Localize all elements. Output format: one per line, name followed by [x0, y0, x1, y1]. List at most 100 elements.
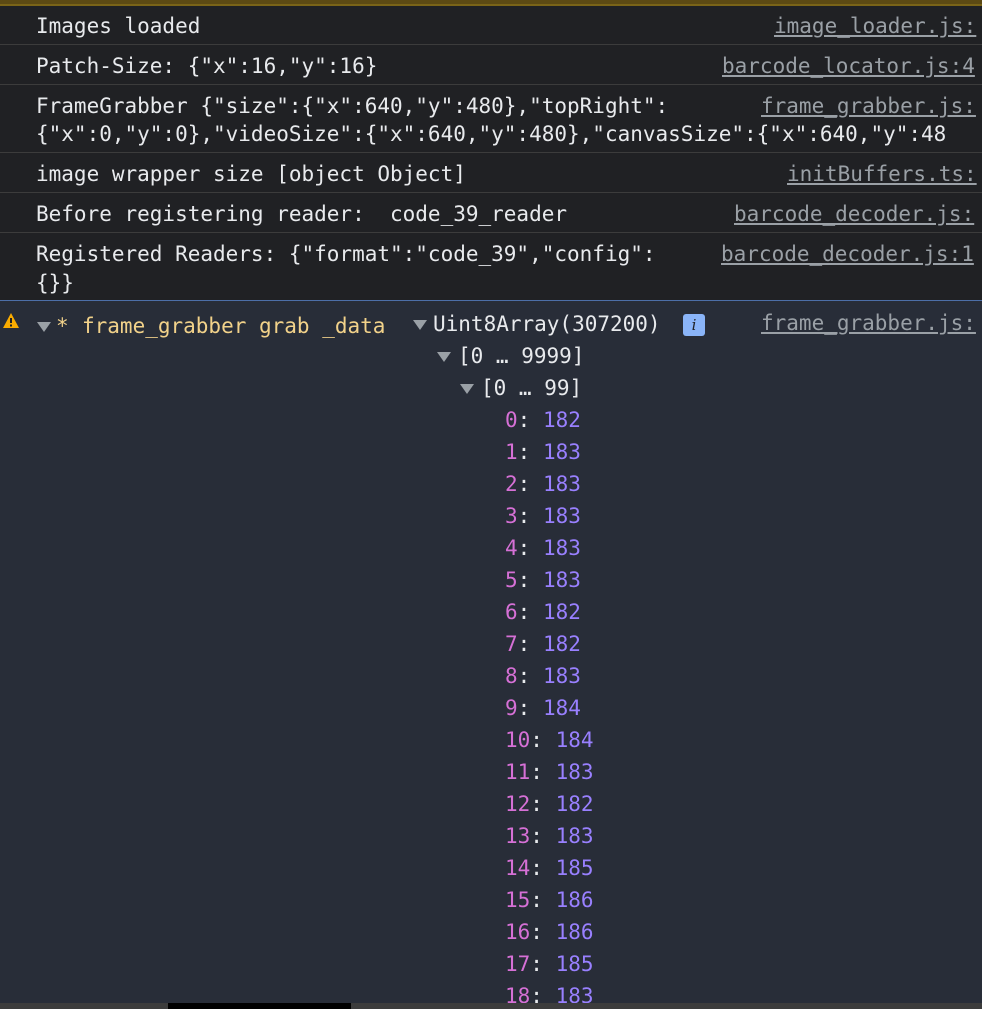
array-separator: :	[517, 504, 543, 528]
array-index: 14	[505, 856, 531, 880]
horizontal-scrollbar[interactable]	[0, 1003, 982, 1009]
array-item: 0: 182	[505, 406, 581, 434]
array-value: 183	[542, 472, 581, 496]
log-message: Patch-Size: {"x":16,"y":16}	[36, 54, 378, 78]
array-item: 2: 183	[505, 470, 581, 498]
array-value: 182	[542, 408, 581, 432]
array-index: 6	[505, 600, 518, 624]
array-item: 11: 183	[505, 758, 594, 786]
log-row[interactable]: FrameGrabber {"size":{"x":640,"y":480},"…	[0, 85, 982, 153]
warning-prefix: *	[56, 314, 69, 338]
log-row[interactable]: Before registering reader: code_39_reade…	[0, 193, 982, 233]
array-separator: :	[517, 536, 543, 560]
array-separator: :	[517, 696, 543, 720]
array-value: 182	[542, 632, 581, 656]
expand-triangle-icon[interactable]	[413, 320, 427, 330]
range-inner[interactable]: [0 … 99]	[481, 374, 582, 402]
array-item: 3: 183	[505, 502, 581, 530]
log-message: Images loaded	[36, 14, 201, 38]
array-index: 13	[505, 824, 531, 848]
warning-icon	[3, 313, 19, 328]
warning-message-group: * frame_grabber grab _data Uint8Array(30…	[0, 300, 982, 1009]
source-link[interactable]: initBuffers.ts:	[787, 160, 977, 188]
array-index: 12	[505, 792, 531, 816]
array-index: 1	[505, 440, 518, 464]
array-item: 1: 183	[505, 438, 581, 466]
array-value: 183	[542, 504, 581, 528]
array-index: 7	[505, 632, 518, 656]
array-value: 183	[542, 440, 581, 464]
array-value: 183	[542, 664, 581, 688]
array-item: 8: 183	[505, 662, 581, 690]
array-item: 9: 184	[505, 694, 581, 722]
array-separator: :	[517, 600, 543, 624]
array-value: 183	[542, 536, 581, 560]
array-separator: :	[530, 952, 556, 976]
log-row[interactable]: Images loaded image_loader.js:	[0, 6, 982, 45]
source-link[interactable]: barcode_decoder.js:	[734, 200, 974, 228]
array-index: 16	[505, 920, 531, 944]
array-value: 184	[555, 728, 594, 752]
log-row[interactable]: image wrapper size [object Object] initB…	[0, 153, 982, 193]
array-item: 6: 182	[505, 598, 581, 626]
object-type[interactable]: Uint8Array(307200)	[433, 310, 661, 338]
expand-triangle-icon[interactable]	[437, 352, 451, 362]
source-link[interactable]: barcode_locator.js:4	[722, 52, 975, 80]
source-link[interactable]: barcode_decoder.js:1	[721, 240, 974, 268]
expand-triangle-icon[interactable]	[460, 384, 474, 394]
array-value: 183	[555, 760, 594, 784]
array-index: 11	[505, 760, 531, 784]
array-separator: :	[530, 792, 556, 816]
array-index: 9	[505, 696, 518, 720]
array-index: 3	[505, 504, 518, 528]
array-item: 12: 182	[505, 790, 594, 818]
array-separator: :	[530, 856, 556, 880]
array-item: 13: 183	[505, 822, 594, 850]
info-icon[interactable]: i	[683, 314, 705, 336]
array-value: 183	[555, 824, 594, 848]
array-value: 182	[542, 600, 581, 624]
array-index: 5	[505, 568, 518, 592]
array-item: 10: 184	[505, 726, 594, 754]
array-item: 4: 183	[505, 534, 581, 562]
log-message-continued: {"x":0,"y":0},"videoSize":{"x":640,"y":4…	[36, 122, 947, 146]
log-row[interactable]: Registered Readers: {"format":"code_39",…	[0, 233, 982, 300]
array-item: 16: 186	[505, 918, 594, 946]
array-item: 5: 183	[505, 566, 581, 594]
log-message: image wrapper size [object Object]	[36, 162, 466, 186]
array-index: 15	[505, 888, 531, 912]
log-message: Registered Readers: {"format":"code_39",…	[36, 242, 656, 266]
log-message: Before registering reader: code_39_reade…	[36, 202, 568, 226]
array-index: 4	[505, 536, 518, 560]
array-separator: :	[517, 664, 543, 688]
warning-label: frame_grabber grab _data	[82, 314, 386, 338]
array-separator: :	[530, 888, 556, 912]
array-separator: :	[530, 920, 556, 944]
array-separator: :	[530, 760, 556, 784]
array-item: 7: 182	[505, 630, 581, 658]
log-message-continued: {}}	[36, 271, 74, 295]
range-outer[interactable]: [0 … 9999]	[458, 342, 584, 370]
array-separator: :	[517, 568, 543, 592]
array-separator: :	[517, 440, 543, 464]
array-index: 2	[505, 472, 518, 496]
log-message: FrameGrabber {"size":{"x":640,"y":480},"…	[36, 94, 669, 118]
source-link[interactable]: image_loader.js:	[774, 12, 976, 40]
array-index: 0	[505, 408, 518, 432]
array-value: 186	[555, 888, 594, 912]
array-separator: :	[517, 632, 543, 656]
array-item: 17: 185	[505, 950, 594, 978]
source-link[interactable]: frame_grabber.js:	[761, 92, 976, 120]
array-value: 185	[555, 952, 594, 976]
array-item: 14: 185	[505, 854, 594, 882]
array-value: 184	[542, 696, 581, 720]
array-value: 183	[542, 568, 581, 592]
array-separator: :	[530, 824, 556, 848]
expand-triangle-icon[interactable]	[37, 322, 51, 332]
array-index: 8	[505, 664, 518, 688]
array-separator: :	[517, 472, 543, 496]
source-link[interactable]: frame_grabber.js:	[761, 309, 976, 337]
scrollbar-thumb[interactable]	[168, 1003, 351, 1009]
array-value: 186	[555, 920, 594, 944]
log-row[interactable]: Patch-Size: {"x":16,"y":16} barcode_loca…	[0, 45, 982, 85]
